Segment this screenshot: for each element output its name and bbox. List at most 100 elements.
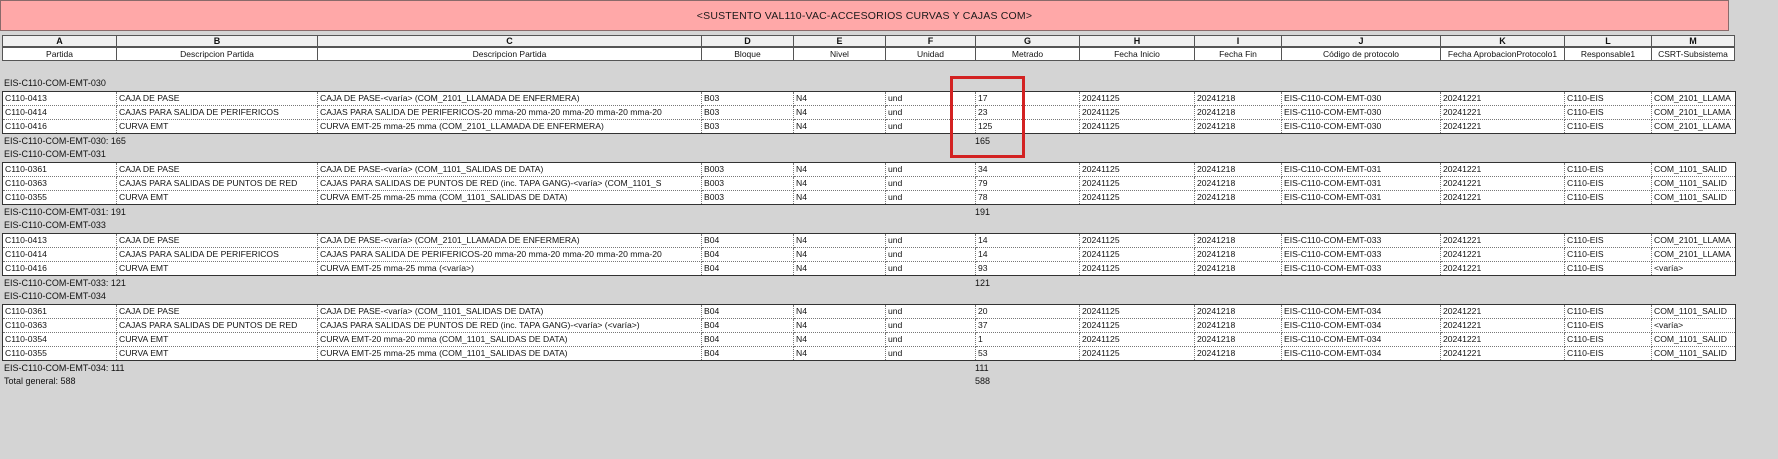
column-header[interactable]: CSRT-Subsistema [1651, 47, 1735, 61]
table-cell[interactable]: C110-0355 [2, 190, 117, 205]
table-cell[interactable]: COM_1101_SALID [1651, 304, 1736, 319]
column-letter-b[interactable]: B [116, 35, 317, 47]
table-cell[interactable]: 20241218 [1194, 105, 1282, 120]
table-cell[interactable]: 20241125 [1079, 233, 1195, 248]
table-cell[interactable]: C110-0363 [2, 318, 117, 333]
table-cell[interactable]: COM_2101_LLAMA [1651, 233, 1736, 248]
table-cell[interactable]: B04 [701, 318, 794, 333]
table-cell[interactable]: CURVA EMT-25 mma-25 mma (COM_2101_LLAMAD… [317, 119, 702, 134]
table-cell[interactable]: 20241125 [1079, 247, 1195, 262]
table-cell[interactable]: CAJAS PARA SALIDA DE PERIFERICOS-20 mma-… [317, 105, 702, 120]
table-cell[interactable]: CURVA EMT-25 mma-25 mma (COM_1101_SALIDA… [317, 346, 702, 361]
table-cell[interactable]: COM_1101_SALID [1652, 347, 1736, 361]
table-cell[interactable]: CURVA EMT-20 mma-20 mma (COM_1101_SALIDA… [317, 332, 702, 347]
table-cell[interactable]: EIS-C110-COM-EMT-031 [1281, 162, 1441, 177]
table-cell[interactable]: N4 [793, 304, 886, 319]
table-cell[interactable]: C110-EIS [1564, 176, 1652, 191]
table-cell[interactable]: B03 [701, 105, 794, 120]
table-cell[interactable]: CURVA EMT-25 mma-25 mma (<varía>) [317, 261, 702, 276]
column-letter-m[interactable]: M [1651, 35, 1735, 47]
table-cell[interactable]: CAJAS PARA SALIDA DE PERIFERICOS-20 mma-… [317, 247, 702, 262]
table-cell[interactable]: EIS-C110-COM-EMT-034 [1281, 332, 1441, 347]
table-cell[interactable]: 20241125 [1079, 91, 1195, 106]
table-cell[interactable]: C110-EIS [1564, 162, 1652, 177]
table-cell[interactable]: C110-EIS [1564, 233, 1652, 248]
table-cell[interactable]: B04 [701, 332, 794, 347]
table-cell[interactable]: 14 [975, 247, 1080, 262]
table-cell[interactable]: N4 [793, 91, 886, 106]
table-cell[interactable]: 20241218 [1194, 318, 1282, 333]
table-cell[interactable]: C110-0413 [2, 91, 117, 106]
table-cell[interactable]: 34 [975, 162, 1080, 177]
table-cell[interactable]: 20241125 [1079, 318, 1195, 333]
table-cell[interactable]: EIS-C110-COM-EMT-033 [1281, 261, 1441, 276]
table-cell[interactable]: C110-0414 [2, 105, 117, 120]
column-letter-l[interactable]: L [1564, 35, 1651, 47]
table-cell[interactable]: EIS-C110-COM-EMT-030 [1281, 105, 1441, 120]
table-cell[interactable]: COM_1101_SALID [1651, 162, 1736, 177]
column-letter-a[interactable]: A [2, 35, 116, 47]
column-header[interactable]: Fecha AprobacionProtocolo1 [1440, 47, 1564, 61]
table-cell[interactable]: EIS-C110-COM-EMT-033 [1281, 233, 1441, 248]
table-row[interactable]: C110-0361 CAJA DE PASE CAJA DE PASE-<varía… [2, 304, 1736, 319]
column-header[interactable]: Código de protocolo [1281, 47, 1440, 61]
table-cell[interactable]: CAJA DE PASE [116, 304, 318, 319]
table-cell[interactable]: C110-0361 [2, 304, 117, 319]
table-cell[interactable]: und [885, 318, 976, 333]
table-cell[interactable]: N4 [793, 318, 886, 333]
table-cell[interactable]: COM_2101_LLAMA [1652, 120, 1736, 134]
table-cell[interactable]: 1 [975, 332, 1080, 347]
table-cell[interactable]: CAJAS PARA SALIDAS DE PUNTOS DE RED [116, 176, 318, 191]
table-cell[interactable]: 20241221 [1440, 105, 1565, 120]
table-cell[interactable]: 20241221 [1440, 261, 1565, 276]
table-cell[interactable]: 20241218 [1194, 233, 1282, 248]
table-cell[interactable]: C110-0416 [2, 261, 117, 276]
table-cell[interactable]: 20241221 [1440, 176, 1565, 191]
table-cell[interactable]: CAJA DE PASE [116, 162, 318, 177]
column-header[interactable]: Fecha Fin [1194, 47, 1281, 61]
table-cell[interactable]: N4 [793, 261, 886, 276]
table-cell[interactable]: 20241221 [1440, 119, 1565, 134]
table-cell[interactable]: 20241218 [1194, 346, 1282, 361]
table-cell[interactable]: C110-0413 [2, 233, 117, 248]
table-cell[interactable]: N4 [793, 162, 886, 177]
table-cell[interactable]: COM_1101_SALID [1652, 191, 1736, 205]
table-cell[interactable]: EIS-C110-COM-EMT-031 [1281, 176, 1441, 191]
table-cell[interactable]: B04 [701, 233, 794, 248]
table-cell[interactable]: CAJAS PARA SALIDA DE PERIFERICOS [116, 247, 318, 262]
table-cell[interactable]: C110-EIS [1564, 332, 1652, 347]
column-letter-k[interactable]: K [1440, 35, 1564, 47]
table-cell[interactable]: EIS-C110-COM-EMT-034 [1281, 346, 1441, 361]
table-cell[interactable]: C110-EIS [1564, 105, 1652, 120]
table-cell[interactable]: C110-EIS [1564, 247, 1652, 262]
column-letter-h[interactable]: H [1079, 35, 1194, 47]
table-cell[interactable]: B003 [701, 176, 794, 191]
table-cell[interactable]: 20241125 [1079, 332, 1195, 347]
table-cell[interactable]: 20 [975, 304, 1080, 319]
table-cell[interactable]: und [885, 247, 976, 262]
table-cell[interactable]: und [885, 346, 976, 361]
table-cell[interactable]: C110-EIS [1564, 318, 1652, 333]
table-cell[interactable]: COM_1101_SALID [1651, 176, 1736, 191]
table-cell[interactable]: CURVA EMT-25 mma-25 mma (COM_1101_SALIDA… [317, 190, 702, 205]
table-cell[interactable]: B03 [701, 119, 794, 134]
table-cell[interactable]: und [885, 332, 976, 347]
table-cell[interactable]: 20241221 [1440, 304, 1565, 319]
table-cell[interactable]: C110-0414 [2, 247, 117, 262]
table-cell[interactable]: <varía> [1652, 262, 1736, 276]
table-cell[interactable]: 20241125 [1079, 119, 1195, 134]
table-cell[interactable]: C110-EIS [1564, 304, 1652, 319]
column-header[interactable]: Fecha Inicio [1079, 47, 1194, 61]
column-letter-g[interactable]: G [975, 35, 1079, 47]
table-cell[interactable]: 20241125 [1079, 176, 1195, 191]
table-row[interactable]: C110-0416 CURVA EMT CURVA EMT-25 mma-25 mm… [2, 119, 1736, 134]
table-cell[interactable]: 20241125 [1079, 304, 1195, 319]
table-cell[interactable]: 79 [975, 176, 1080, 191]
table-cell[interactable]: und [885, 304, 976, 319]
table-row[interactable]: C110-0354 CURVA EMT CURVA EMT-20 mma-20 mm… [2, 332, 1736, 347]
table-cell[interactable]: CURVA EMT [116, 119, 318, 134]
table-cell[interactable]: CAJAS PARA SALIDAS DE PUNTOS DE RED (inc… [317, 176, 702, 191]
table-cell[interactable]: N4 [793, 190, 886, 205]
table-cell[interactable]: COM_2101_LLAMA [1651, 91, 1736, 106]
table-cell[interactable]: 93 [975, 261, 1080, 276]
